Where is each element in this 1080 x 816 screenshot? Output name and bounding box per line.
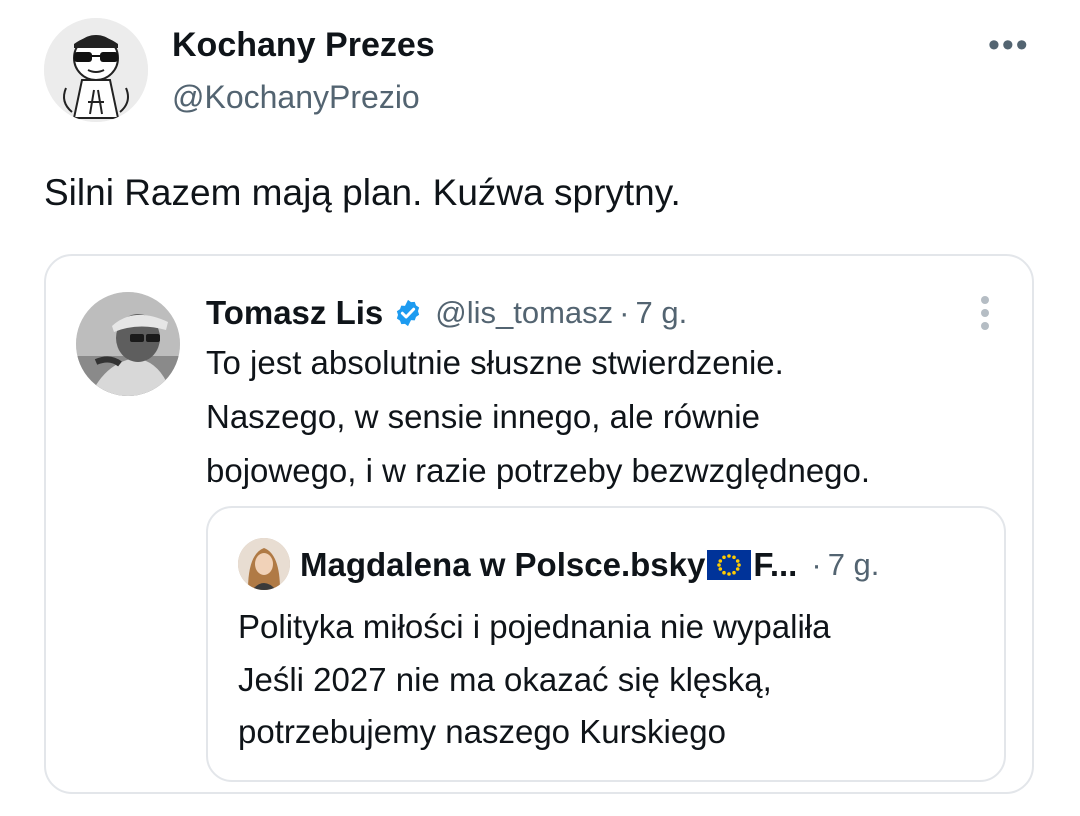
nested-author-avatar[interactable] xyxy=(238,538,290,590)
cartoon-avatar-icon xyxy=(44,18,148,122)
quote-header: Tomasz Lis @lis_tomasz · 7 g. xyxy=(206,292,687,334)
photo-avatar-icon xyxy=(76,292,180,396)
author-handle[interactable]: @KochanyPrezio xyxy=(172,79,420,116)
verified-badge-icon xyxy=(397,299,420,327)
eu-flag-icon xyxy=(707,550,752,580)
more-options-icon[interactable]: ••• xyxy=(988,26,1030,65)
quote-text-line: To jest absolutnie słuszne stwierdzenie. xyxy=(206,344,784,381)
nested-timestamp[interactable]: 7 g. xyxy=(828,547,880,583)
vertical-more-icon[interactable] xyxy=(978,296,992,336)
quote-author-name[interactable]: Tomasz Lis xyxy=(206,294,383,332)
nested-author-name-tail[interactable]: F... xyxy=(753,546,797,584)
author-avatar[interactable] xyxy=(44,18,148,122)
nested-author-name[interactable]: Magdalena w Polsce.bsky xyxy=(300,546,705,584)
nested-quote-header: Magdalena w Polsce.bsky F... · 7 g. xyxy=(300,544,879,586)
quote-text-line: bojowego, i w razie potrzeby bezwzględne… xyxy=(206,452,871,489)
nested-quote-text-line: Polityka miłości i pojednania nie wypali… xyxy=(238,608,831,645)
nested-quote-text-line: potrzebujemy naszego Kurskiego xyxy=(238,713,726,750)
quote-text-line: Naszego, w sensie innego, ale równie xyxy=(206,398,760,435)
separator-dot: · xyxy=(811,547,822,582)
quote-author-avatar[interactable] xyxy=(76,292,180,396)
author-display-name[interactable]: Kochany Prezes xyxy=(172,26,435,65)
nested-quote-text-line: Jeśli 2027 nie ma okazać się klęską, xyxy=(238,661,772,698)
tweet-text: Silni Razem mają plan. Kuźwa sprytny. xyxy=(44,172,681,213)
photo-avatar-icon xyxy=(238,538,290,590)
quote-timestamp[interactable]: 7 g. xyxy=(636,295,688,331)
quote-author-handle[interactable]: @lis_tomasz xyxy=(435,295,613,331)
separator-dot: · xyxy=(619,295,630,330)
